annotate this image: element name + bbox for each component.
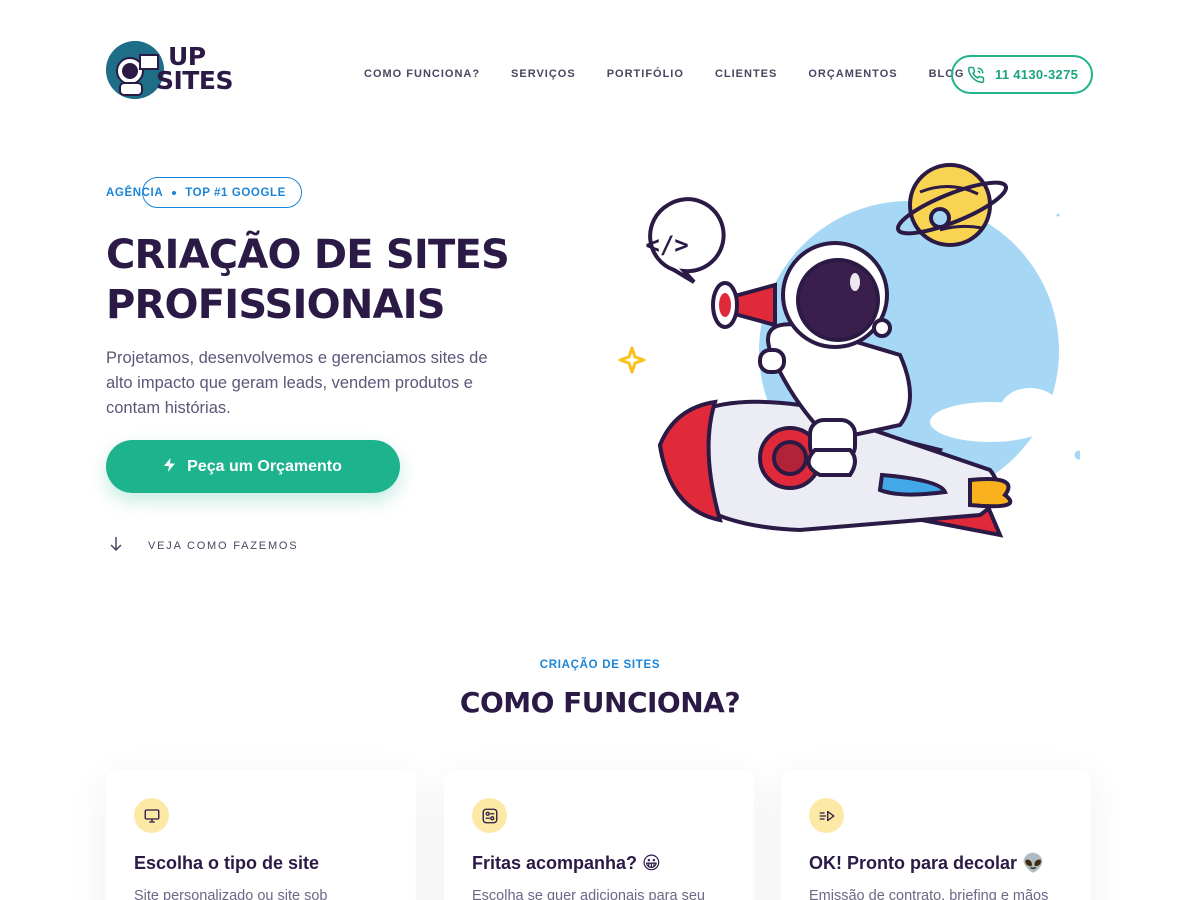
phone-button[interactable]: 11 4130-3275 bbox=[951, 55, 1093, 94]
phone-icon bbox=[967, 66, 985, 83]
card-text: Escolha se quer adicionais para seu bbox=[472, 888, 705, 900]
step-card-launch: OK! Pronto para decolar 👽 Emissão de con… bbox=[781, 770, 1091, 900]
code-speech-bubble: </> bbox=[645, 197, 726, 284]
section-title: COMO FUNCIONA? bbox=[459, 686, 741, 719]
options-icon bbox=[472, 798, 507, 833]
see-how-link[interactable]: VEJA COMO FAZEMOS bbox=[110, 536, 298, 556]
arrow-down-icon bbox=[110, 536, 122, 556]
site-header: UP SITES COMO FUNCIONA? SERVIÇOS PORTIFÓ… bbox=[0, 0, 1200, 150]
hero-badge: AGÊNCIA TOP #1 GOOGLE bbox=[106, 177, 302, 208]
card-title: OK! Pronto para decolar 👽 bbox=[809, 853, 1045, 873]
card-title: Escolha o tipo de site bbox=[134, 853, 320, 873]
monitor-icon bbox=[134, 798, 169, 833]
card-title: Fritas acompanha? 😀 bbox=[472, 853, 661, 873]
nav-servicos[interactable]: SERVIÇOS bbox=[511, 68, 576, 80]
astronaut-rocket-illustration: </> bbox=[600, 150, 1084, 550]
see-how-label: VEJA COMO FAZEMOS bbox=[148, 540, 299, 552]
hero-title-line2: PROFISSIONAIS bbox=[106, 282, 446, 328]
card-text: Emissão de contrato, briefing e mãos bbox=[809, 888, 1049, 900]
brand-logo[interactable]: UP SITES bbox=[106, 41, 233, 99]
nav-portifolio[interactable]: PORTIFÓLIO bbox=[607, 68, 684, 80]
badge-pill-outline bbox=[142, 177, 302, 208]
hero-title: CRIAÇÃO DE SITES PROFISSIONAIS bbox=[106, 230, 566, 330]
section-label: CRIAÇÃO DE SITES bbox=[539, 659, 661, 671]
sparkle-star-icon bbox=[618, 346, 646, 374]
request-quote-label: Peça um Orçamento bbox=[187, 457, 342, 475]
launch-icon bbox=[809, 798, 844, 833]
hero-title-line1: CRIAÇÃO DE SITES bbox=[106, 232, 510, 278]
phone-number: 11 4130-3275 bbox=[995, 67, 1079, 82]
nav-orcamentos[interactable]: ORÇAMENTOS bbox=[808, 68, 897, 80]
step-card-add-ons: Fritas acompanha? 😀 Escolha se quer adic… bbox=[444, 770, 754, 900]
nav-clientes[interactable]: CLIENTES bbox=[715, 68, 777, 80]
nav-como-funciona[interactable]: COMO FUNCIONA? bbox=[364, 68, 480, 80]
request-quote-button[interactable]: Peça um Orçamento bbox=[106, 440, 400, 493]
step-card-choose-type: Escolha o tipo de site Site personalizad… bbox=[106, 770, 416, 900]
lightning-icon bbox=[164, 458, 176, 475]
main-nav: COMO FUNCIONA? SERVIÇOS PORTIFÓLIO CLIEN… bbox=[364, 68, 995, 80]
logo-text-sites: SITES bbox=[156, 66, 233, 95]
hero-description: Projetamos, desenvolvemos e gerenciamos … bbox=[106, 349, 488, 417]
code-bubble-text: </> bbox=[645, 231, 688, 259]
card-text: Site personalizado ou site sob bbox=[134, 888, 328, 900]
